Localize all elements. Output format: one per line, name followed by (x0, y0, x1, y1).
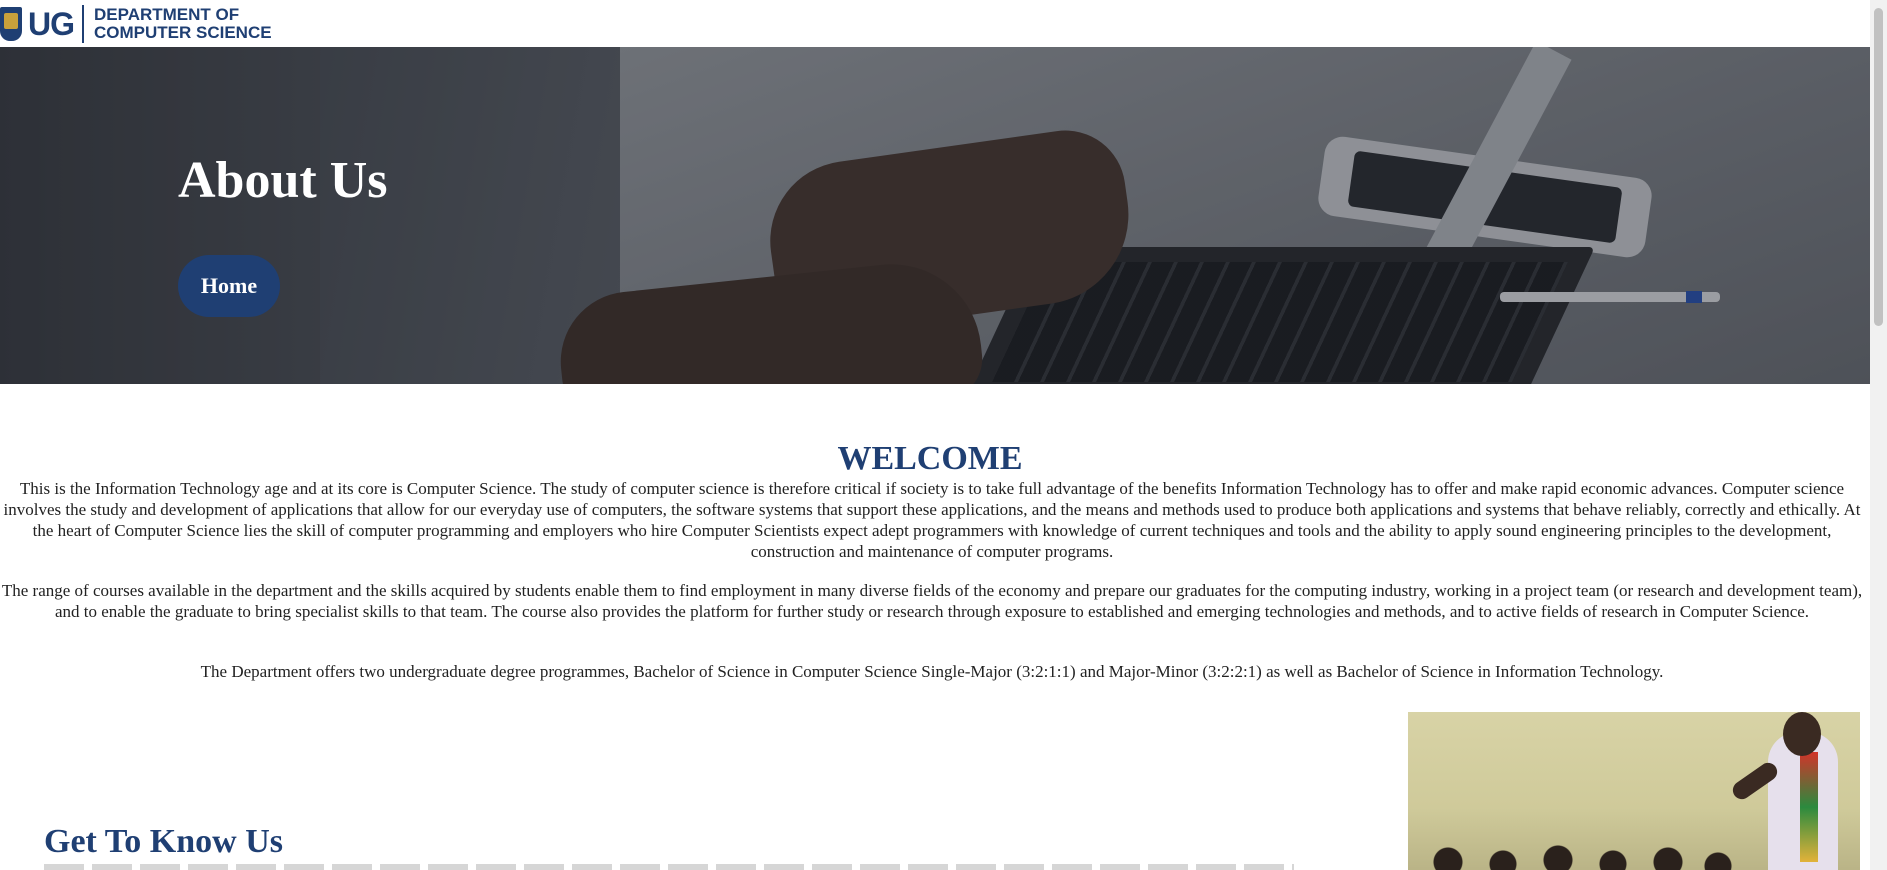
logo-line-2: COMPUTER SCIENCE (94, 23, 272, 42)
home-button[interactable]: Home (178, 255, 280, 317)
logo-abbreviation: UG (28, 5, 75, 42)
logo-department-name: DEPARTMENT OF COMPUTER SCIENCE (94, 6, 272, 42)
classroom-photo (1408, 712, 1860, 870)
hero-banner: About Us Home (0, 47, 1870, 384)
welcome-paragraph-2: The range of courses available in the de… (1, 581, 1863, 621)
logo-divider (82, 5, 84, 43)
site-header: UG DEPARTMENT OF COMPUTER SCIENCE (0, 0, 1870, 47)
welcome-paragraph-1: This is the Information Technology age a… (3, 479, 1861, 561)
photo-speaker-head (1783, 712, 1821, 756)
welcome-paragraph-3: The Department offers two undergraduate … (200, 662, 1664, 681)
hero-overlay (0, 47, 1870, 384)
ug-crest-icon (0, 7, 22, 41)
site-logo[interactable]: UG DEPARTMENT OF COMPUTER SCIENCE (0, 4, 272, 44)
welcome-heading: WELCOME (837, 440, 1023, 477)
page-title: About Us (178, 152, 388, 209)
logo-line-1: DEPARTMENT OF (94, 5, 240, 24)
get-to-know-text-preview (44, 864, 1294, 870)
page-scrollbar[interactable] (1870, 0, 1887, 870)
get-to-know-heading: Get To Know Us (44, 823, 283, 860)
scrollbar-thumb[interactable] (1874, 8, 1883, 326)
photo-kente-sash (1800, 752, 1818, 862)
